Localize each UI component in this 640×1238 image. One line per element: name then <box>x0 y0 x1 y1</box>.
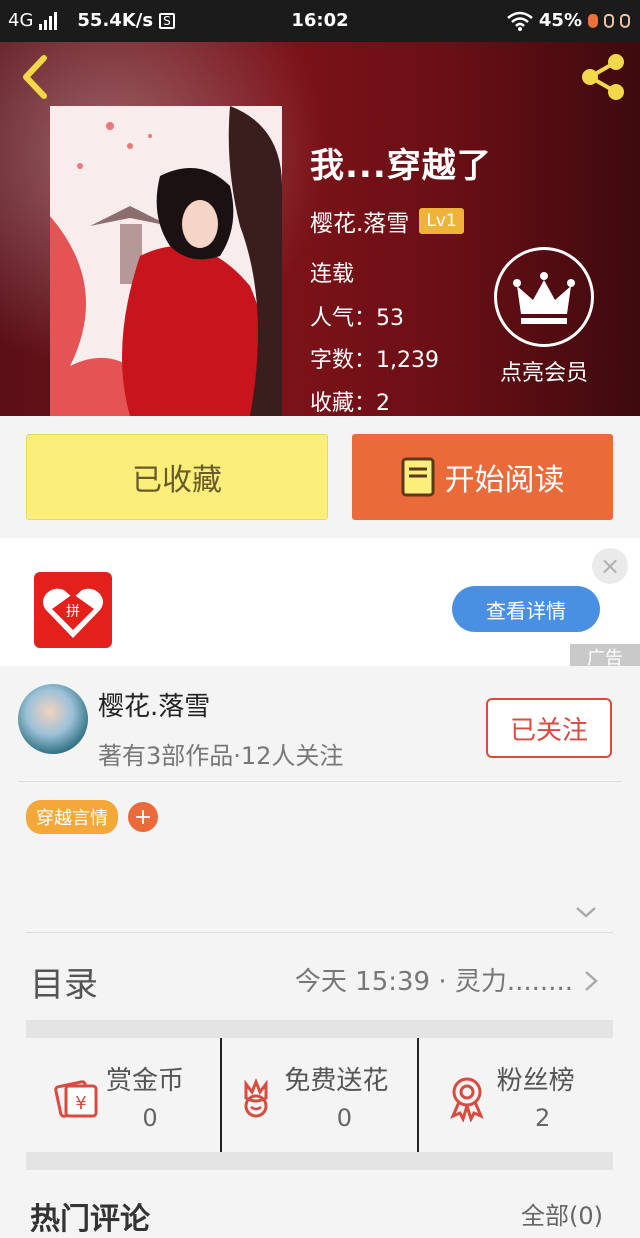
level-badge: Lv1 <box>419 208 464 234</box>
vip-label: 点亮会员 <box>499 361 588 386</box>
fan-ranking-button[interactable]: 粉丝榜 2 <box>416 1038 613 1152</box>
send-flower-button[interactable]: 免费送花 0 <box>220 1038 416 1152</box>
favorites-stat: 收藏：2 <box>310 391 390 416</box>
reward-bar: ¥ 赏金币 0 免费送花 0 粉丝榜 2 <box>26 1038 613 1152</box>
popularity-stat: 人气：53 <box>310 306 404 331</box>
carrot-icon <box>620 13 630 28</box>
serial-status: 连载 <box>310 262 355 287</box>
add-tag-button[interactable]: + <box>128 802 158 832</box>
comments-title: 热门评论 <box>30 1202 150 1237</box>
section-separator <box>26 1020 613 1038</box>
carrot-icon <box>588 13 598 28</box>
latest-chapter: 今天 15:39 · 灵力........ <box>294 967 573 997</box>
wifi-icon <box>507 11 533 31</box>
send-flower-label: 免费送花 <box>284 1066 389 1096</box>
book-header: 我...穿越了 樱花.落雪 Lv1 连载 人气：53 字数：1,239 收藏：2… <box>0 42 640 416</box>
comments-header: 热门评论 全部(0) <box>26 1190 613 1237</box>
ad-banner[interactable]: 拼 查看详情 × 广告 <box>0 538 640 666</box>
section-separator <box>26 1152 613 1170</box>
coin-envelope-icon: ¥ <box>54 1080 98 1118</box>
crown-icon <box>494 247 594 347</box>
medal-icon <box>449 1077 484 1122</box>
status-bar: 4G 55.4K/s S 16:02 45% <box>0 0 640 42</box>
collected-button[interactable]: 已收藏 <box>26 434 328 520</box>
back-arrow-icon[interactable] <box>16 54 56 100</box>
book-title: 我...穿越了 <box>310 146 492 186</box>
share-icon[interactable] <box>578 52 628 102</box>
close-icon[interactable]: × <box>592 548 628 584</box>
book-author[interactable]: 樱花.落雪 <box>310 204 409 238</box>
author-card: 樱花.落雪 著有3部作品·12人关注 已关注 <box>0 666 640 782</box>
send-flower-count: 0 <box>336 1104 352 1132</box>
reward-coin-label: 赏金币 <box>106 1066 185 1096</box>
catalog-row[interactable]: 目录 今天 15:39 · 灵力........ <box>26 932 613 1020</box>
fan-ranking-count: 2 <box>535 1104 551 1132</box>
word-count-stat: 字数：1,239 <box>310 348 439 373</box>
carrot-icon <box>604 13 614 28</box>
ad-label: 广告 <box>570 644 640 666</box>
reward-coin-button[interactable]: ¥ 赏金币 0 <box>26 1038 220 1152</box>
pinduoduo-logo-icon: 拼 <box>34 572 112 648</box>
author-name[interactable]: 樱花.落雪 <box>98 686 210 723</box>
author-meta: 著有3部作品·12人关注 <box>98 742 344 770</box>
avatar[interactable] <box>18 684 88 754</box>
tag-chip[interactable]: 穿越言情 <box>26 800 118 834</box>
book-cover[interactable] <box>50 106 282 416</box>
vip-button[interactable]: 点亮会员 <box>490 247 598 387</box>
action-bar: 已收藏 开始阅读 <box>0 416 640 538</box>
book-icon <box>401 457 434 497</box>
start-reading-label: 开始阅读 <box>444 463 565 498</box>
reward-coin-count: 0 <box>142 1104 158 1132</box>
divider <box>18 781 622 782</box>
ad-detail-button[interactable]: 查看详情 <box>452 586 600 632</box>
tag-list: 穿越言情 + <box>26 800 158 834</box>
follow-button[interactable]: 已关注 <box>486 698 612 758</box>
cover-illustration <box>50 106 282 416</box>
flower-icon <box>244 1077 268 1118</box>
battery-level: 45% <box>538 10 582 31</box>
chevron-down-icon[interactable] <box>574 900 598 924</box>
svg-text:¥: ¥ <box>75 1093 86 1114</box>
catalog-label: 目录 <box>30 965 98 1005</box>
fan-ranking-label: 粉丝榜 <box>496 1066 575 1096</box>
svg-text:拼: 拼 <box>66 604 80 620</box>
start-reading-button[interactable]: 开始阅读 <box>352 434 613 520</box>
all-comments-link[interactable]: 全部(0) <box>521 1196 603 1231</box>
chevron-right-icon <box>585 971 598 991</box>
